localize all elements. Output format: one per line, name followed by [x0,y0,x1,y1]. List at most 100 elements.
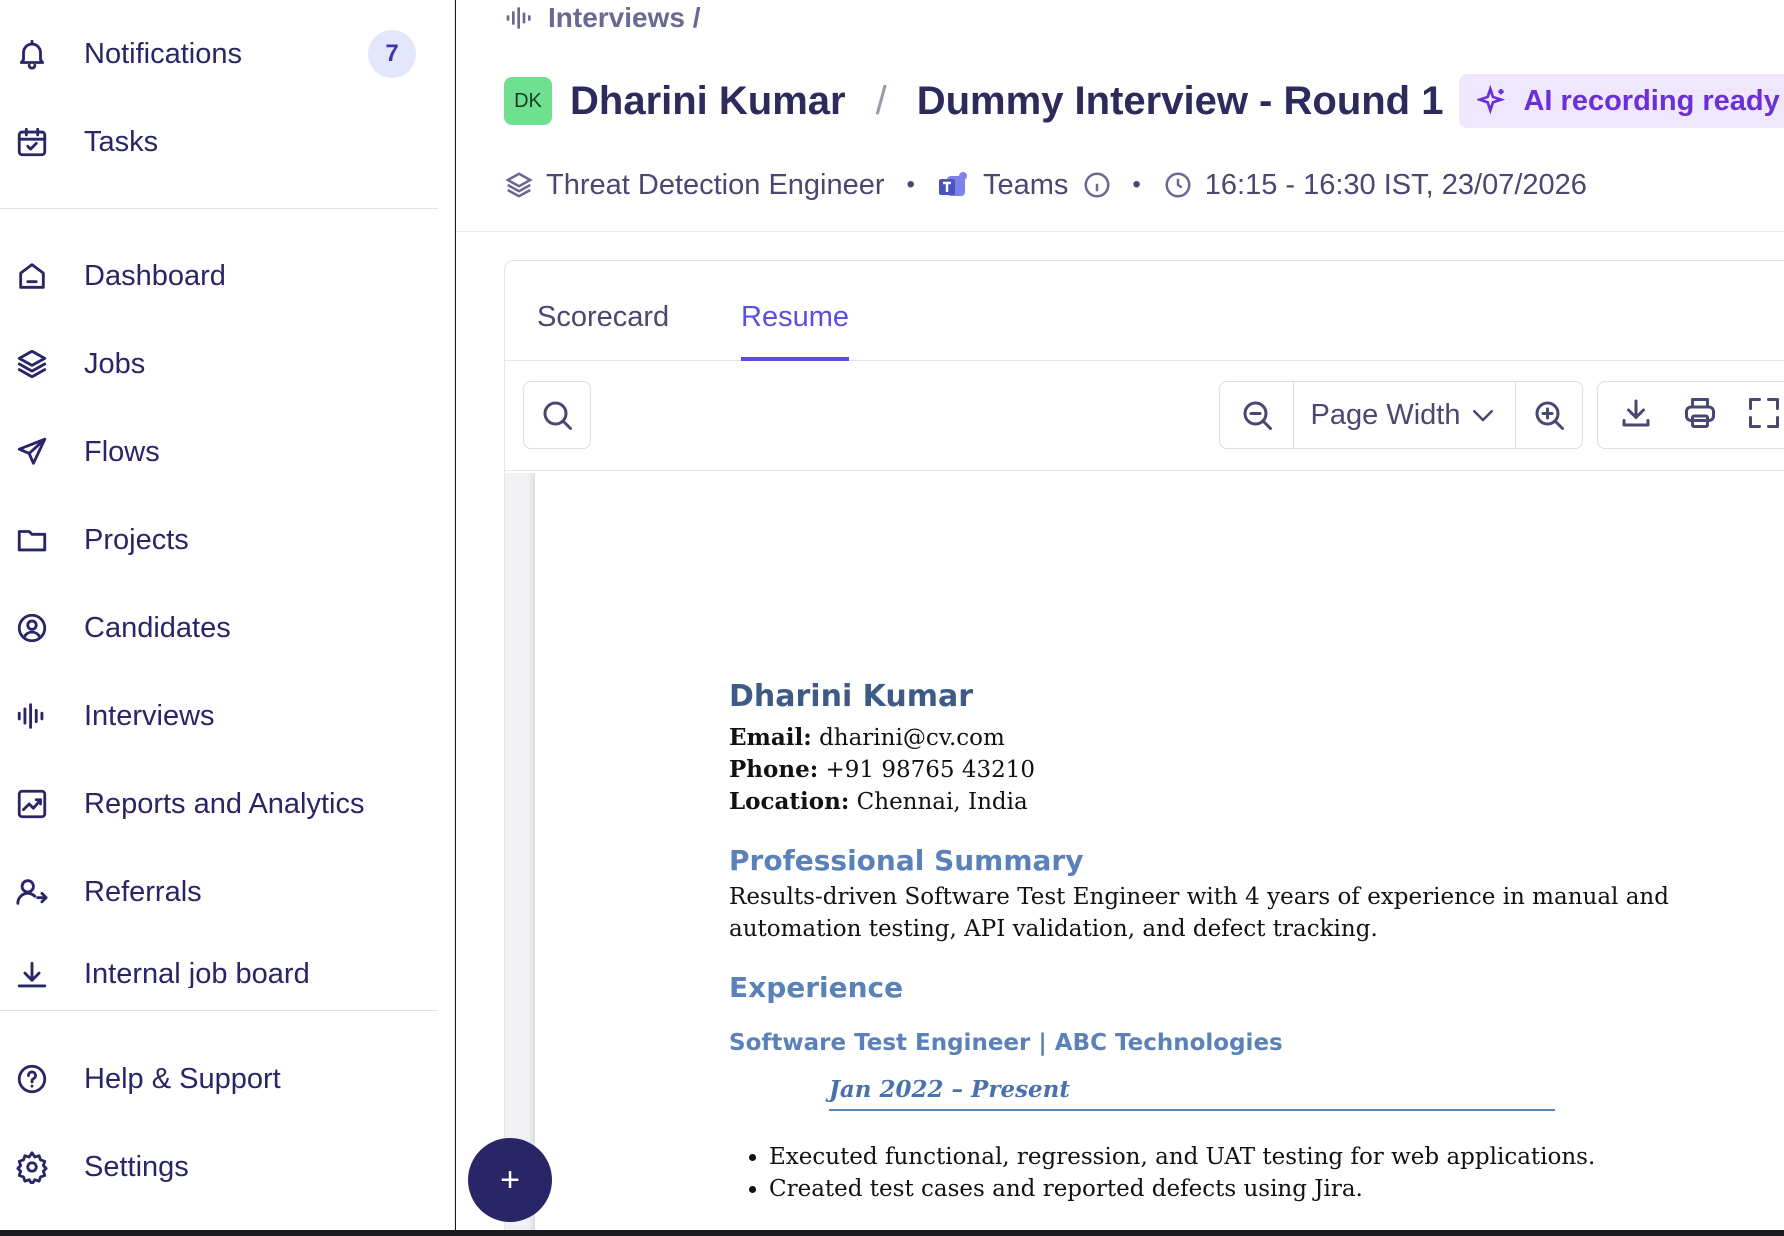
info-icon[interactable] [1082,170,1112,200]
add-fab-button[interactable]: + [468,1138,552,1222]
resume-bullets: Executed functional, regression, and UAT… [769,1141,1679,1205]
chevron-down-icon [1473,410,1494,422]
fullscreen-button[interactable] [1746,395,1782,436]
sidebar-item-dashboard[interactable]: Dashboard [14,254,226,298]
sidebar-item-label: Reports and Analytics [84,787,365,820]
gear-icon [14,1149,50,1185]
teams-icon [937,170,971,200]
clock-icon [1165,172,1191,198]
resume-content: Dharini Kumar Email: dharini@cv.com Phon… [729,679,1679,1205]
users-icon [14,874,50,910]
folder-icon [14,522,50,558]
expand-icon [1749,397,1779,428]
title-separator: / [875,78,887,123]
printer-icon [1685,397,1715,428]
zoom-in-icon [1535,401,1564,430]
download-button[interactable] [1618,395,1654,436]
sidebar-item-jobs[interactable]: Jobs [14,342,145,386]
ai-recording-status-badge: AI recording ready [1459,74,1784,128]
sidebar-item-internal-job-board[interactable]: Internal job board [14,958,310,988]
resume-email: Email: dharini@cv.com [729,724,1005,751]
resume-role: Software Test Engineer | ABC Technologie… [729,1030,1283,1056]
meta-dot: • [1132,171,1141,198]
resume-summary: Results-driven Software Test Engineer wi… [729,884,1669,942]
interview-title: Dummy Interview - Round 1 [916,78,1444,123]
resume-page: Dharini Kumar Email: dharini@cv.com Phon… [535,473,1784,1230]
sidebar-item-settings[interactable]: Settings [14,1145,189,1189]
sidebar-item-label: Settings [84,1150,189,1183]
list-item: Executed functional, regression, and UAT… [769,1141,1679,1173]
resume-dates: Jan 2022 – Present [829,1076,1555,1111]
download-icon [1622,399,1650,426]
zoom-out-button[interactable] [1220,382,1294,448]
sidebar-item-notifications[interactable]: Notifications [14,32,242,76]
sidebar-item-label: Candidates [84,611,231,644]
sidebar-item-tasks[interactable]: Tasks [14,120,158,164]
resume-section-heading: Professional Summary [729,844,1084,877]
waveform-icon [14,698,50,734]
platform-label: Teams [982,168,1069,201]
sidebar-item-label: Internal job board [84,958,310,988]
document-viewer[interactable]: Dharini Kumar Email: dharini@cv.com Phon… [505,473,1784,1230]
sidebar-item-candidates[interactable]: Candidates [14,606,231,650]
main-content: Interviews / DK Dharini Kumar / Dummy In… [456,0,1784,1230]
interview-time: 16:15 - 16:30 IST, 23/07/2026 [1204,168,1587,201]
search-icon [543,401,572,430]
breadcrumb-interviews[interactable]: Interviews / [548,2,701,34]
sidebar-item-projects[interactable]: Projects [14,518,189,562]
sidebar-item-reports[interactable]: Reports and Analytics [14,782,364,826]
layers-icon [14,346,50,382]
tab-scorecard[interactable]: Scorecard [537,301,669,334]
sidebar: Notifications 7 Tasks Dashboard Jobs Flo… [0,0,455,1230]
zoom-in-button[interactable] [1516,382,1582,448]
sidebar-divider [0,208,438,209]
layers-icon [505,172,533,198]
sidebar-item-label: Dashboard [84,259,226,292]
interview-meta: Threat Detection Engineer • Teams • 16:1… [504,165,1587,205]
sidebar-item-flows[interactable]: Flows [14,430,160,474]
meta-dot: • [906,171,915,198]
resume-name: Dharini Kumar [729,679,974,714]
document-toolbar: Page Width [505,361,1784,471]
candidate-name[interactable]: Dharini Kumar [570,79,846,124]
job-title[interactable]: Threat Detection Engineer [546,169,885,202]
interview-panel: Scorecard Resume Page Width Dharini Kuma… [504,260,1784,1230]
interview-header: Interviews / DK Dharini Kumar / Dummy In… [456,0,1784,232]
sidebar-item-label: Help & Support [84,1062,281,1095]
resume-section-heading: Experience [729,971,904,1004]
sidebar-item-interviews[interactable]: Interviews [14,694,215,738]
sidebar-item-label: Interviews [84,699,215,732]
sidebar-item-help[interactable]: Help & Support [14,1057,281,1101]
tab-bar: Scorecard Resume [505,261,1784,361]
document-actions [1597,381,1784,449]
resume-phone: Phone: +91 98765 43210 [729,756,1036,783]
zoom-select[interactable]: Page Width [1294,382,1516,448]
sidebar-item-label: Referrals [84,875,202,908]
calendar-check-icon [14,124,50,160]
download-icon [14,958,50,988]
chart-icon [14,786,50,822]
sidebar-item-label: Flows [84,435,160,468]
sidebar-divider [0,1010,438,1011]
sidebar-item-label: Notifications [84,37,242,70]
waveform-icon [506,7,531,29]
sidebar-item-referrals[interactable]: Referrals [14,870,202,914]
bell-icon [14,36,50,72]
sidebar-item-label: Tasks [84,125,159,158]
zoom-controls: Page Width [1219,381,1583,449]
sparkle-icon [1477,85,1506,115]
breadcrumb[interactable]: Interviews / [504,0,701,36]
zoom-value: Page Width [1310,398,1461,431]
print-button[interactable] [1682,395,1718,436]
list-item: Created test cases and reported defects … [769,1173,1679,1205]
search-button[interactable] [523,381,591,449]
ai-status-label: AI recording ready [1523,84,1780,117]
resume-location: Location: Chennai, India [729,788,1028,815]
sidebar-item-label: Projects [84,523,189,556]
zoom-out-icon [1243,401,1272,430]
tab-resume[interactable]: Resume [741,301,849,334]
avatar: DK [504,77,552,125]
help-circle-icon [14,1061,50,1097]
home-icon [14,258,50,294]
title-row: DK Dharini Kumar / Dummy Interview - Rou… [504,74,1784,128]
